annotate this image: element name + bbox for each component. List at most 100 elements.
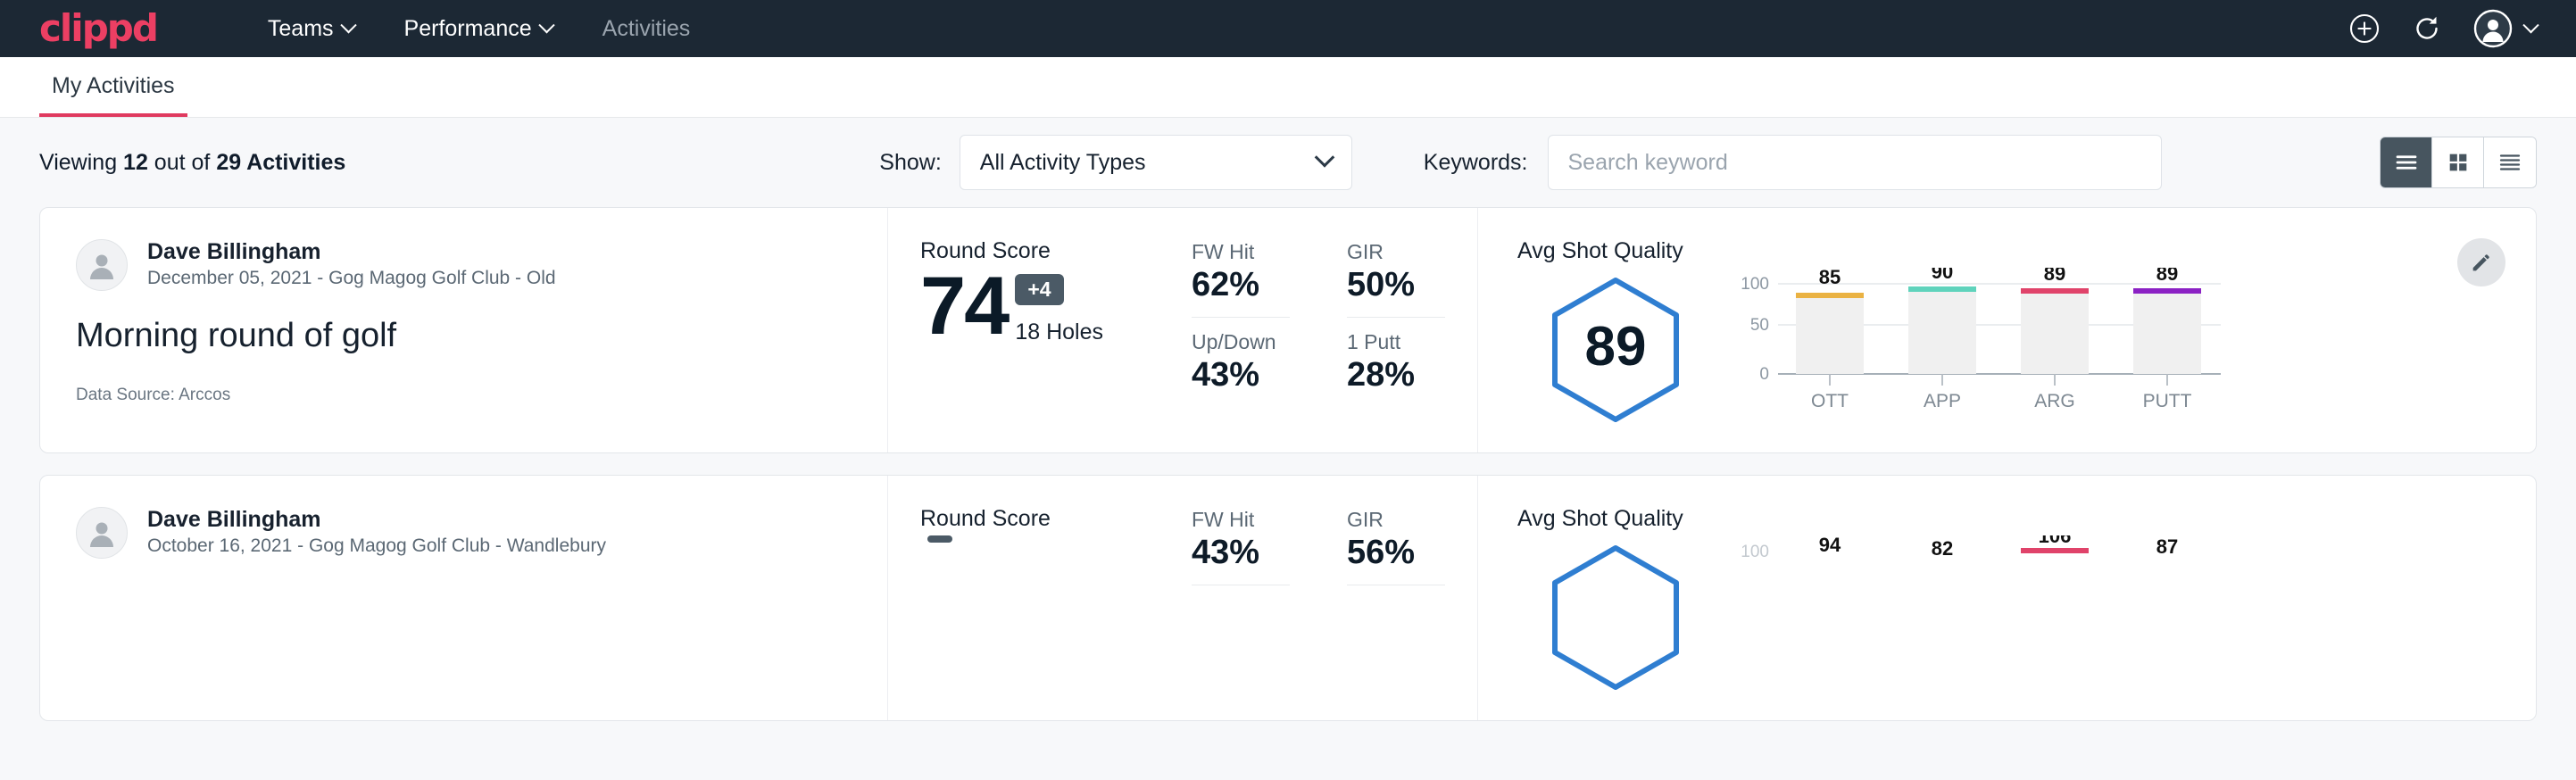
app-logo[interactable]: clippd: [39, 10, 157, 47]
filter-bar: Viewing 12 out of 29 Activities Show: Al…: [0, 118, 2576, 207]
nav-item-teams[interactable]: Teams: [243, 16, 379, 42]
bar-value-arg: 89: [2044, 268, 2065, 285]
bar-value-ott: 94: [1819, 535, 1841, 556]
activity-card-list: Dave Billingham December 05, 2021 - Gog …: [0, 207, 2576, 721]
keywords-label: Keywords:: [1424, 150, 1528, 176]
activity-info: Dave Billingham October 16, 2021 - Gog M…: [40, 476, 888, 720]
y-tick-50: 50: [1750, 316, 1769, 335]
hexagon-icon: [1544, 541, 1687, 694]
person-icon: [84, 247, 120, 283]
stat-label: GIR: [1347, 240, 1445, 264]
stats-section: FW Hit 62% GIR 50% Up/Down 43% 1 Putt 28…: [1192, 208, 1477, 452]
refresh-button[interactable]: [2411, 12, 2443, 45]
chevron-down-icon: [1314, 147, 1334, 168]
avg-shot-quality-label: Avg Shot Quality: [1517, 238, 2500, 264]
player-name: Dave Billingham: [147, 238, 556, 266]
nav-item-label: Teams: [268, 16, 334, 42]
stat-fw-hit: FW Hit 62%: [1192, 240, 1290, 318]
activity-card[interactable]: Dave Billingham October 16, 2021 - Gog M…: [39, 475, 2537, 721]
header-actions: [2348, 9, 2537, 48]
tab-bar: My Activities: [0, 57, 2576, 118]
player-name: Dave Billingham: [147, 506, 606, 534]
score-differential-badge: +4: [1015, 274, 1063, 305]
stat-up-down: Up/Down 43%: [1192, 330, 1322, 394]
chevron-down-icon: [2522, 17, 2539, 33]
viewing-total: 29 Activities: [216, 150, 345, 175]
bar-value-putt: 89: [2156, 268, 2178, 285]
view-mode-toggle: [2380, 137, 2537, 188]
user-menu[interactable]: [2473, 9, 2537, 48]
stat-value: 50%: [1347, 266, 1445, 304]
nav-item-label: Performance: [404, 16, 532, 42]
plus-circle-icon: [2348, 12, 2381, 45]
nav-item-activities[interactable]: Activities: [578, 16, 716, 42]
show-label: Show:: [879, 150, 941, 176]
show-filter-group: Show: All Activity Types: [879, 135, 1351, 190]
grid-icon: [2446, 150, 2471, 175]
top-navigation-bar: clippd Teams Performance Activities: [0, 0, 2576, 57]
stat-value: 56%: [1347, 534, 1445, 572]
avg-shot-quality-section: Avg Shot Quality 89 100 50 0: [1477, 208, 2536, 452]
round-score-section: Round Score: [888, 476, 1192, 720]
quality-hexagon: 89: [1517, 268, 1714, 427]
grid-view-button[interactable]: [2432, 137, 2484, 187]
list-view-button[interactable]: [2381, 137, 2432, 187]
activity-card[interactable]: Dave Billingham December 05, 2021 - Gog …: [39, 207, 2537, 453]
compact-view-button[interactable]: [2484, 137, 2536, 187]
viewing-mid: out of: [148, 150, 216, 175]
y-tick-100: 100: [1741, 543, 1769, 561]
viewing-count: 12: [123, 150, 148, 175]
activity-meta: October 16, 2021 - Gog Magog Golf Club -…: [147, 534, 606, 559]
stat-label: GIR: [1347, 508, 1445, 532]
round-score-label: Round Score: [920, 506, 1192, 532]
activity-info: Dave Billingham December 05, 2021 - Gog …: [40, 208, 888, 452]
refresh-icon: [2411, 12, 2443, 45]
stat-label: FW Hit: [1192, 240, 1290, 264]
keywords-group: Keywords:: [1424, 135, 2162, 190]
nav-item-label: Activities: [602, 16, 691, 42]
player-row: Dave Billingham December 05, 2021 - Gog …: [76, 238, 852, 292]
edit-activity-button[interactable]: [2457, 238, 2505, 286]
quality-hexagon: [1517, 535, 1714, 694]
player-row: Dave Billingham October 16, 2021 - Gog M…: [76, 506, 852, 560]
holes-label: 18 Holes: [1015, 319, 1103, 345]
tab-label: My Activities: [52, 73, 175, 98]
stat-label: 1 Putt: [1347, 330, 1477, 354]
search-input[interactable]: [1548, 135, 2162, 190]
tab-my-activities[interactable]: My Activities: [39, 73, 187, 117]
add-activity-button[interactable]: [2348, 12, 2381, 45]
stat-value: 62%: [1192, 266, 1290, 304]
bar-label-arg: ARG: [2034, 391, 2075, 411]
bar-label-putt: PUTT: [2143, 391, 2192, 411]
bar-chart-svg: 100 50 0 85 OTT: [1732, 268, 2231, 428]
quality-score-value: 89: [1585, 316, 1647, 378]
stat-gir: GIR 50%: [1347, 240, 1445, 318]
shot-quality-bar-chart: 100 94 82 106 87: [1714, 535, 2500, 696]
viewing-prefix: Viewing: [39, 150, 123, 175]
score-differential-badge: [927, 535, 952, 543]
activity-type-select[interactable]: All Activity Types: [960, 135, 1352, 190]
viewing-count-text: Viewing 12 out of 29 Activities: [39, 150, 345, 176]
compact-list-icon: [2497, 149, 2523, 176]
stat-value: 43%: [1192, 534, 1290, 572]
data-source-label: Data Source: Arccos: [76, 386, 852, 405]
player-avatar: [76, 507, 128, 559]
avg-shot-quality-label: Avg Shot Quality: [1517, 506, 2500, 532]
bar-label-ott: OTT: [1811, 391, 1849, 411]
stat-value: 43%: [1192, 356, 1322, 394]
chevron-down-icon: [340, 17, 356, 33]
avg-shot-quality-section: Avg Shot Quality 100 94 82 106 87: [1477, 476, 2536, 720]
person-icon: [84, 515, 120, 551]
bar-value-arg: 106: [2039, 535, 2072, 547]
stat-label: Up/Down: [1192, 330, 1322, 354]
hexagon-icon: 89: [1544, 273, 1687, 427]
avatar: [2473, 9, 2513, 48]
round-score-section: Round Score 74 +4 18 Holes: [888, 208, 1192, 452]
bar-value-app: 90: [1932, 268, 1953, 283]
activity-meta: December 05, 2021 - Gog Magog Golf Club …: [147, 266, 556, 291]
activity-type-select-value: All Activity Types: [980, 150, 1146, 176]
nav-item-performance[interactable]: Performance: [379, 16, 578, 42]
activity-title: Morning round of golf: [76, 317, 852, 355]
bar-value-putt: 87: [2156, 535, 2178, 558]
player-avatar: [76, 239, 128, 291]
